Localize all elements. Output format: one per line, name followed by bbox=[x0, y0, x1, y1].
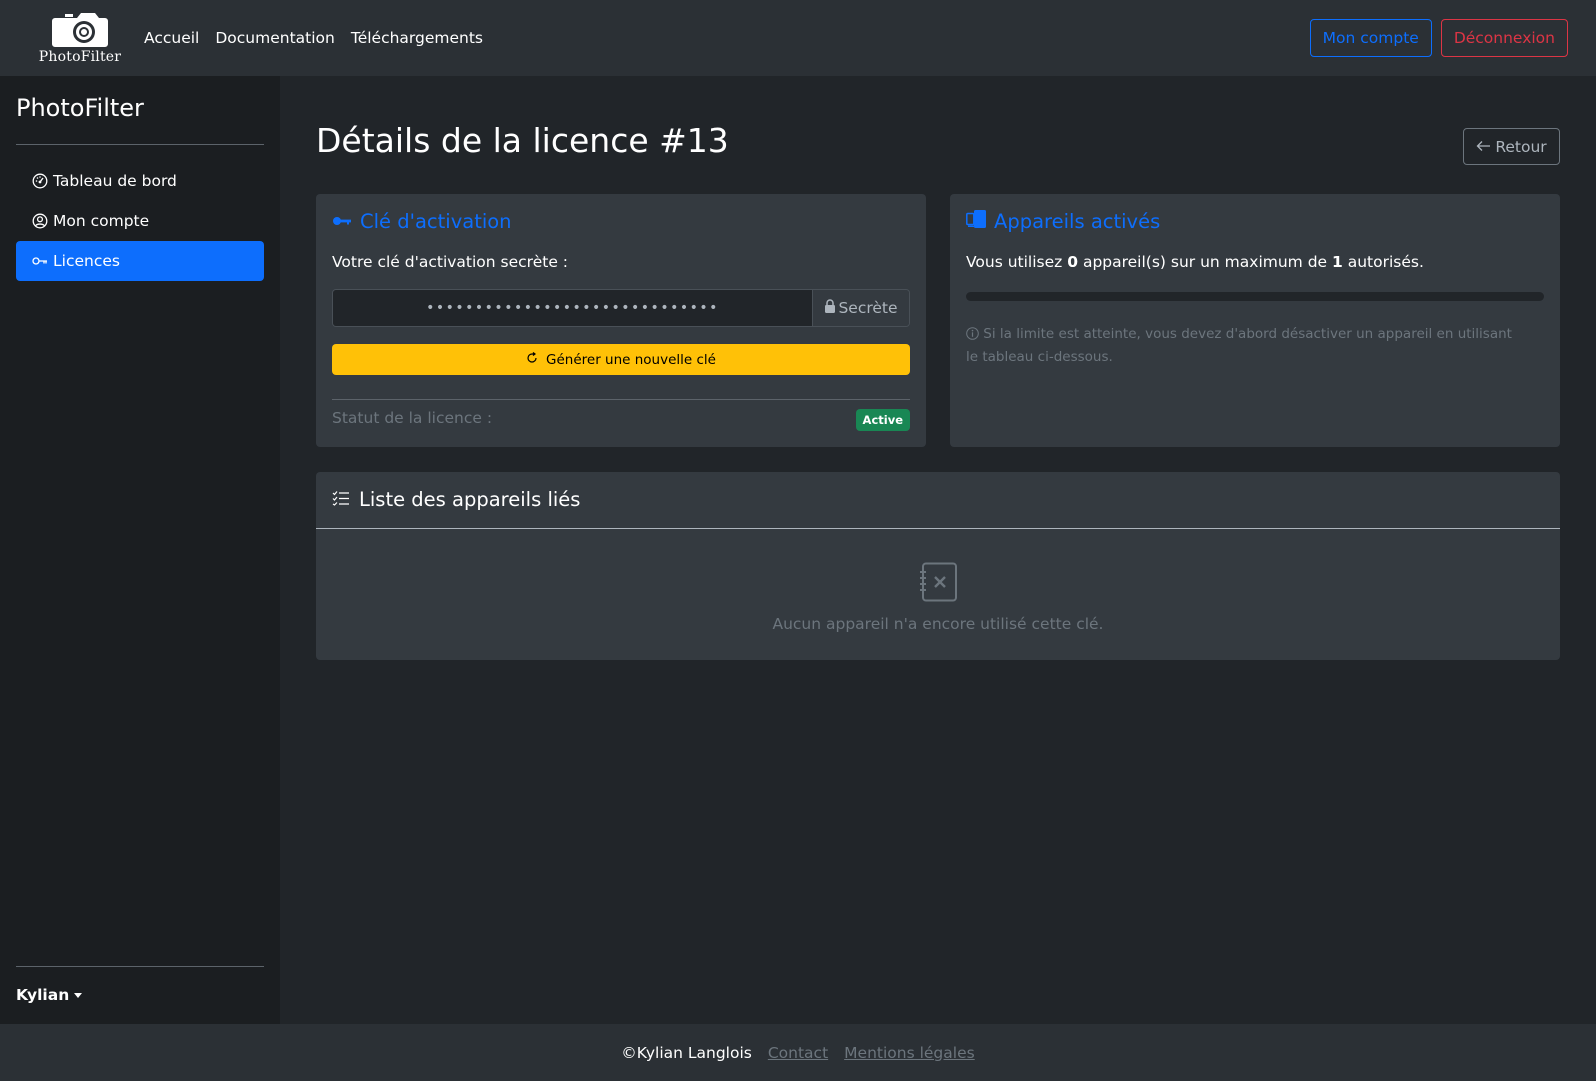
info-circle-icon bbox=[966, 326, 979, 347]
linked-devices-title: Liste des appareils liés bbox=[332, 488, 580, 511]
status-badge: Active bbox=[855, 409, 910, 431]
activation-key-label: Votre clé d'activation secrète : bbox=[332, 253, 569, 271]
activation-title-text: Clé d'activation bbox=[360, 210, 512, 233]
card-divider bbox=[332, 399, 910, 400]
activation-card-title: Clé d'activation bbox=[332, 210, 512, 233]
account-button[interactable]: Mon compte bbox=[1309, 19, 1432, 57]
list-check-icon bbox=[332, 488, 350, 511]
nav-link-home[interactable]: Accueil bbox=[136, 0, 207, 76]
usage-suffix: autorisés. bbox=[1342, 253, 1424, 271]
secret-addon: Secrète bbox=[812, 290, 909, 326]
secret-addon-label: Secrète bbox=[838, 299, 898, 317]
sidebar-title: PhotoFilter bbox=[16, 94, 144, 122]
devices-progress-bar bbox=[966, 292, 1544, 301]
linked-devices-title-text: Liste des appareils liés bbox=[359, 488, 581, 511]
empty-state-text: Aucun appareil n'a encore utilisé cette … bbox=[772, 615, 1104, 633]
nav-link-documentation[interactable]: Documentation bbox=[207, 0, 343, 76]
devices-info-text: Si la limite est atteinte, vous devez d'… bbox=[966, 324, 1526, 368]
journal-x-icon bbox=[918, 562, 958, 606]
usage-prefix: Vous utilisez bbox=[966, 253, 1068, 271]
sidebar-divider bbox=[16, 966, 264, 967]
footer: ©Kylian Langlois Contact Mentions légale… bbox=[0, 1024, 1596, 1081]
sidebar-item-dashboard[interactable]: Tableau de bord bbox=[16, 161, 264, 201]
devices-info-label: Si la limite est atteinte, vous devez d'… bbox=[966, 326, 1512, 365]
top-navbar: PhotoFilter Accueil Documentation Téléch… bbox=[0, 0, 1596, 76]
generate-key-button[interactable]: Générer une nouvelle clé bbox=[332, 344, 910, 375]
user-menu[interactable]: Kylian bbox=[16, 986, 83, 1004]
sidebar-item-account[interactable]: Mon compte bbox=[16, 201, 264, 241]
devices-used-count: 0 bbox=[1067, 253, 1079, 271]
devices-icon bbox=[966, 210, 986, 233]
usage-middle: appareil(s) sur un maximum de bbox=[1078, 253, 1332, 271]
activation-key-field[interactable]: •••••••••••••••••••••••••••••• bbox=[333, 290, 812, 326]
sidebar-item-label: Licences bbox=[53, 252, 120, 270]
footer-copyright: ©Kylian Langlois bbox=[621, 1043, 752, 1062]
brand-name: PhotoFilter bbox=[38, 48, 122, 65]
refresh-icon bbox=[526, 351, 538, 368]
sidebar-item-label: Tableau de bord bbox=[53, 172, 177, 190]
brand-logo[interactable]: PhotoFilter bbox=[25, 5, 135, 71]
linked-devices-card: Liste des appareils liés Aucun appareil … bbox=[316, 472, 1560, 660]
devices-max-count: 1 bbox=[1332, 253, 1343, 271]
logout-button[interactable]: Déconnexion bbox=[1440, 19, 1568, 57]
activation-key-group: •••••••••••••••••••••••••••••• Secrète bbox=[332, 289, 910, 327]
activation-card: Clé d'activation Votre clé d'activation … bbox=[316, 194, 926, 447]
person-circle-icon bbox=[32, 213, 48, 229]
devices-usage-text: Vous utilisez 0 appareil(s) sur un maxim… bbox=[966, 253, 1424, 271]
chevron-down-icon bbox=[74, 992, 83, 998]
empty-state-icon-wrap bbox=[316, 562, 1560, 606]
license-status-label: Statut de la licence : bbox=[332, 409, 493, 427]
sidebar-item-label: Mon compte bbox=[53, 212, 150, 230]
key-icon bbox=[332, 210, 352, 233]
footer-contact-link[interactable]: Contact bbox=[768, 1044, 828, 1062]
key-icon bbox=[32, 253, 48, 269]
arrow-left-icon bbox=[1476, 138, 1491, 156]
nav-link-downloads[interactable]: Téléchargements bbox=[343, 0, 491, 76]
generate-key-label: Générer une nouvelle clé bbox=[546, 351, 716, 368]
back-button-label: Retour bbox=[1495, 137, 1547, 156]
card-header-divider bbox=[316, 528, 1560, 529]
page-title: Détails de la licence #13 bbox=[316, 121, 729, 160]
back-button[interactable]: Retour bbox=[1463, 128, 1560, 165]
speedometer-icon bbox=[32, 173, 48, 189]
devices-card-title: Appareils activés bbox=[966, 210, 1160, 233]
user-name: Kylian bbox=[16, 986, 70, 1004]
sidebar-item-licences[interactable]: Licences bbox=[16, 241, 264, 281]
sidebar-divider bbox=[16, 144, 264, 145]
camera-icon bbox=[52, 12, 108, 47]
sidebar: PhotoFilter Tableau de bord Mon compte L… bbox=[0, 76, 280, 1024]
devices-title-text: Appareils activés bbox=[994, 210, 1161, 233]
devices-card: Appareils activés Vous utilisez 0 appare… bbox=[950, 194, 1560, 447]
lock-icon bbox=[824, 299, 836, 317]
footer-legal-link[interactable]: Mentions légales bbox=[844, 1044, 975, 1062]
